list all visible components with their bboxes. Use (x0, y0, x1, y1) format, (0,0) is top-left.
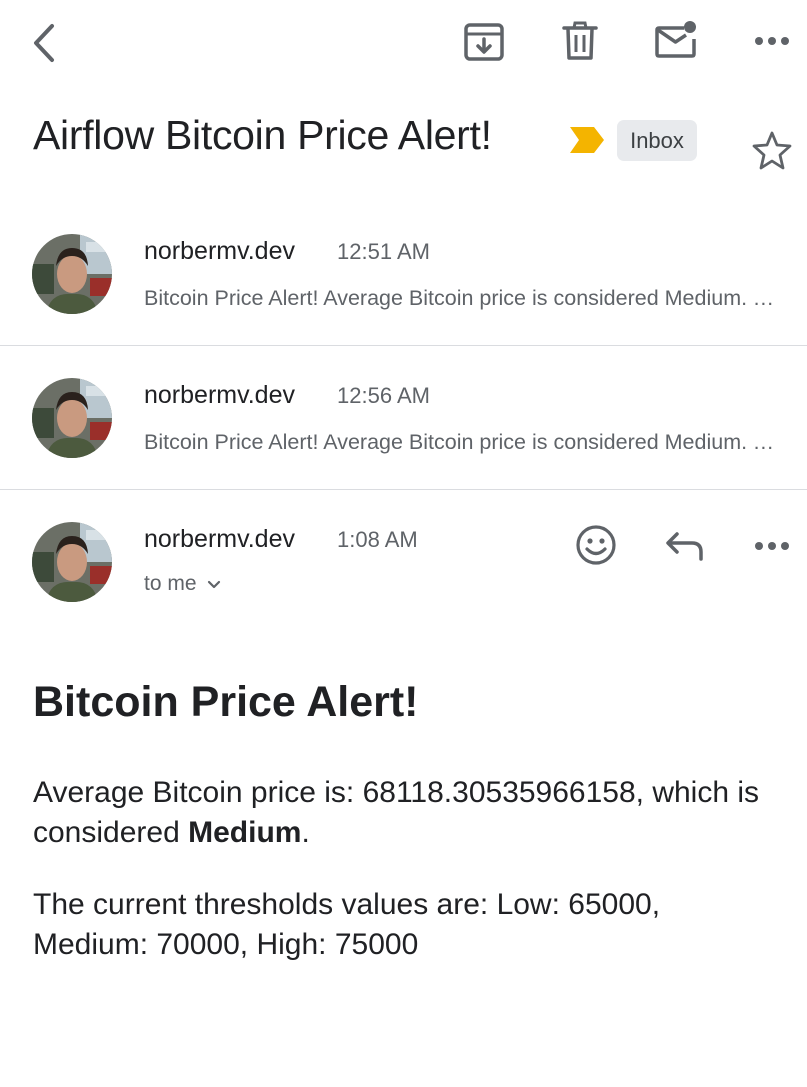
back-icon[interactable] (28, 22, 60, 64)
sender-name: norbermv.dev (144, 381, 295, 409)
more-horizontal-icon[interactable] (754, 35, 790, 47)
inbox-label-text: Inbox (630, 127, 684, 153)
inbox-label-chip[interactable]: Inbox (617, 120, 697, 161)
trash-icon[interactable] (561, 20, 599, 62)
message-time: 1:08 AM (337, 527, 418, 552)
chevron-down-icon (207, 572, 221, 596)
more-horizontal-icon[interactable] (754, 540, 790, 552)
sender-name: norbermv.dev (144, 525, 295, 553)
message-time: 12:51 AM (337, 239, 430, 264)
message-snippet: Bitcoin Price Alert! Average Bitcoin pri… (144, 286, 780, 310)
price-level: Medium (188, 816, 302, 849)
message-collapsed[interactable]: norbermv.dev 12:51 AM Bitcoin Price Aler… (0, 200, 807, 345)
message-time: 12:56 AM (337, 383, 430, 408)
email-body-title: Bitcoin Price Alert! (33, 678, 419, 726)
importance-marker-icon[interactable] (568, 125, 606, 160)
mail-unread-icon[interactable] (654, 19, 700, 61)
smiley-icon[interactable] (575, 524, 617, 566)
sender-name: norbermv.dev (144, 237, 295, 265)
reply-icon[interactable] (664, 530, 706, 562)
archive-icon[interactable] (463, 22, 505, 62)
recipient-label: to me (144, 572, 197, 595)
message-collapsed[interactable]: norbermv.dev 12:56 AM Bitcoin Price Aler… (0, 346, 807, 489)
price-line-suffix: . (301, 816, 310, 849)
price-line-text: Average Bitcoin price is: 68118.30535966… (33, 776, 760, 849)
thresholds-paragraph: The current thresholds values are: Low: … (33, 888, 661, 961)
price-paragraph: Average Bitcoin price is: 68118.30535966… (33, 773, 773, 853)
avatar[interactable] (32, 522, 112, 602)
avatar[interactable] (32, 234, 112, 314)
recipient-details-toggle[interactable]: to me (144, 572, 221, 596)
message-snippet: Bitcoin Price Alert! Average Bitcoin pri… (144, 430, 780, 454)
email-subject: Airflow Bitcoin Price Alert! (33, 112, 492, 158)
avatar[interactable] (32, 378, 112, 458)
star-outline-icon[interactable] (751, 130, 793, 170)
